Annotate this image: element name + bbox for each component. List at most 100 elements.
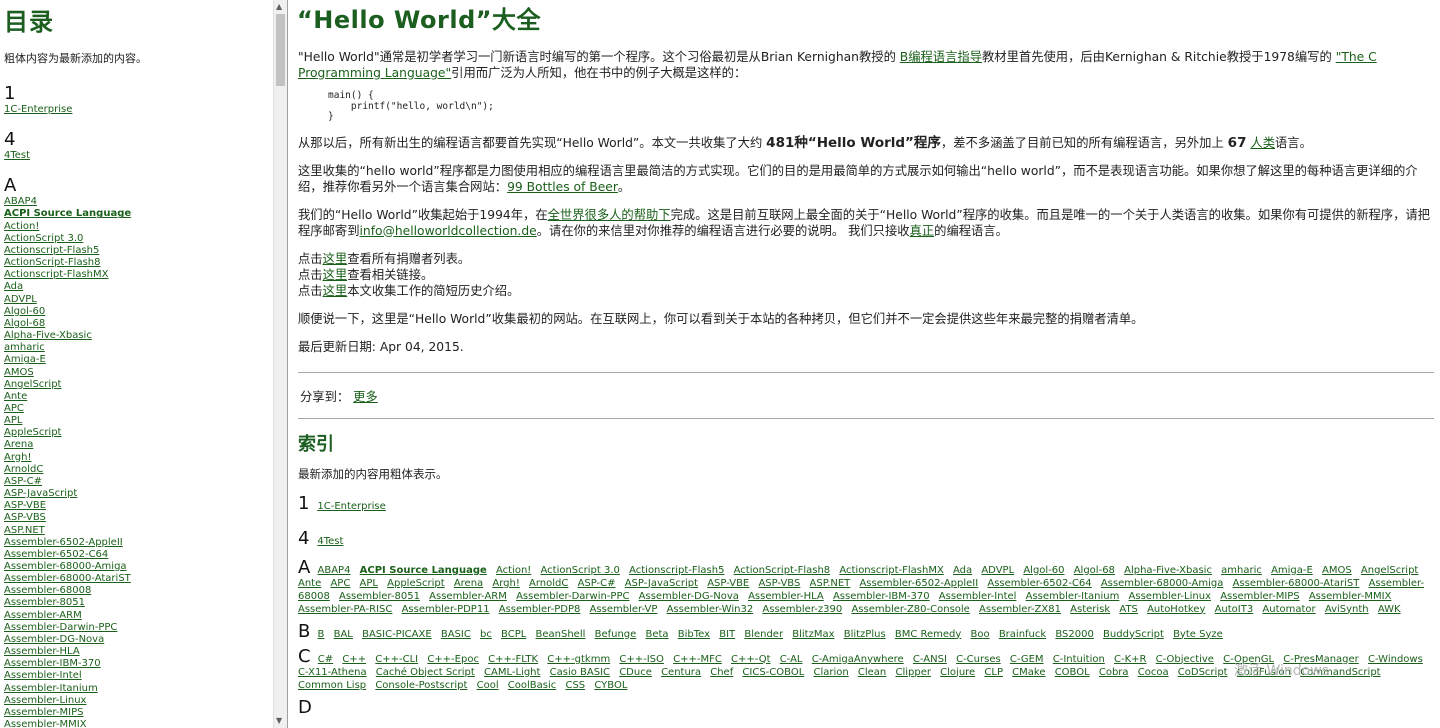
index-link[interactable]: Assembler-ZX81 [979, 604, 1061, 615]
index-link[interactable]: Assembler-Darwin-PPC [516, 591, 629, 602]
toc-link[interactable]: ASP-JavaScript [4, 488, 270, 500]
index-link[interactable]: C-GEM [1010, 654, 1044, 665]
index-link[interactable]: Actionscript-FlashMX [839, 565, 943, 576]
index-link[interactable]: Assembler-Win32 [667, 604, 754, 615]
toc-link[interactable]: ASP-VBE [4, 500, 270, 512]
index-link[interactable]: C-K+R [1114, 654, 1146, 665]
index-link[interactable]: C++-Qt [731, 654, 771, 665]
toc-link[interactable]: Assembler-Intel [4, 670, 270, 682]
toc-link[interactable]: ASP-C# [4, 476, 270, 488]
history-link[interactable]: 这里 [323, 284, 348, 298]
index-link[interactable]: BCPL [501, 629, 526, 640]
toc-link[interactable]: AppleScript [4, 427, 270, 439]
index-link[interactable]: BibTex [678, 629, 710, 640]
index-link[interactable]: AutoIT3 [1215, 604, 1254, 615]
index-link[interactable]: ASP.NET [810, 578, 851, 589]
index-link[interactable]: CSS [565, 680, 585, 691]
toc-link[interactable]: Arena [4, 439, 270, 451]
toc-link[interactable]: Alpha-Five-Xbasic [4, 330, 270, 342]
index-link[interactable]: Action! [496, 565, 531, 576]
index-link[interactable]: Assembler-PA-RISC [298, 604, 392, 615]
index-link[interactable]: Brainfuck [999, 629, 1046, 640]
index-link[interactable]: ASP-C# [578, 578, 616, 589]
toc-link[interactable]: 4Test [4, 150, 270, 162]
toc-link[interactable]: Actionscript-FlashMX [4, 269, 270, 281]
toc-link[interactable]: ActionScript 3.0 [4, 233, 270, 245]
toc-scrollbar[interactable]: ▲ ▼ [273, 0, 287, 728]
index-link[interactable]: Casio BASIC [550, 667, 610, 678]
toc-link[interactable]: Assembler-Itanium [4, 683, 270, 695]
index-link[interactable]: C++-MFC [673, 654, 722, 665]
index-link[interactable]: CYBOL [594, 680, 627, 691]
toc-link[interactable]: ASP.NET [4, 525, 270, 537]
index-link[interactable]: C-Intuition [1053, 654, 1105, 665]
index-link[interactable]: C++ [342, 654, 366, 665]
index-link[interactable]: BIT [719, 629, 735, 640]
toc-link[interactable]: ADVPL [4, 294, 270, 306]
index-link[interactable]: Ante [298, 578, 321, 589]
index-link[interactable]: BASIC-PICAXE [362, 629, 432, 640]
index-link[interactable]: Assembler-DG-Nova [639, 591, 739, 602]
index-link[interactable]: CDuce [619, 667, 652, 678]
index-link[interactable]: 1C-Enterprise [317, 501, 385, 512]
index-link[interactable]: BS2000 [1055, 629, 1093, 640]
toc-link[interactable]: Assembler-ARM [4, 610, 270, 622]
toc-link[interactable]: Ada [4, 281, 270, 293]
toc-link[interactable]: Assembler-68000-AtariST [4, 573, 270, 585]
index-link[interactable]: C# [318, 654, 333, 665]
index-link[interactable]: Assembler-PDP11 [402, 604, 490, 615]
scrollbar-thumb[interactable] [276, 14, 285, 86]
index-link[interactable]: Automator [1262, 604, 1315, 615]
index-link[interactable]: Clipper [895, 667, 931, 678]
index-link[interactable]: ATS [1119, 604, 1138, 615]
toc-link[interactable]: Argh! [4, 452, 270, 464]
index-link[interactable]: Amiga-E [1271, 565, 1313, 576]
index-link[interactable]: ASP-VBS [758, 578, 800, 589]
index-link[interactable]: Cobra [1099, 667, 1129, 678]
index-link[interactable]: Assembler-MIPS [1220, 591, 1299, 602]
index-link[interactable]: Assembler-6502-AppleII [859, 578, 978, 589]
index-link[interactable]: AppleScript [387, 578, 444, 589]
index-link[interactable]: Assembler-Linux [1129, 591, 1211, 602]
toc-link[interactable]: Assembler-68000-Amiga [4, 561, 270, 573]
index-link[interactable]: AutoHotkey [1147, 604, 1205, 615]
index-link[interactable]: Algol-60 [1023, 565, 1064, 576]
index-link[interactable]: Console-Postscript [375, 680, 467, 691]
index-link[interactable]: B [318, 629, 325, 640]
index-link[interactable]: Blender [744, 629, 783, 640]
index-link[interactable]: BAL [334, 629, 353, 640]
index-link[interactable]: C-Windows [1368, 654, 1423, 665]
toc-link[interactable]: Assembler-HLA [4, 646, 270, 658]
toc-link[interactable]: ACPI Source Language [4, 208, 270, 220]
index-link[interactable]: Cocoa [1138, 667, 1169, 678]
index-link[interactable]: CLP [984, 667, 1003, 678]
human-language-link[interactable]: 人类 [1250, 136, 1275, 150]
index-link[interactable]: BASIC [441, 629, 471, 640]
index-link[interactable]: Assembler-Z80-Console [851, 604, 969, 615]
index-link[interactable]: 4Test [317, 536, 343, 547]
index-link[interactable]: Byte Syze [1173, 629, 1223, 640]
index-link[interactable]: Assembler-IBM-370 [833, 591, 930, 602]
index-link[interactable]: Chef [710, 667, 733, 678]
index-link[interactable]: Algol-68 [1074, 565, 1115, 576]
toc-link[interactable]: Assembler-Darwin-PPC [4, 622, 270, 634]
toc-link[interactable]: Action! [4, 221, 270, 233]
index-link[interactable]: Caché Object Script [376, 667, 475, 678]
toc-link[interactable]: 1C-Enterprise [4, 104, 270, 116]
index-link[interactable]: BlitzPlus [844, 629, 886, 640]
index-link[interactable]: Arena [454, 578, 483, 589]
related-links-link[interactable]: 这里 [323, 268, 348, 282]
index-link[interactable]: Clean [858, 667, 886, 678]
index-link[interactable]: Ada [953, 565, 972, 576]
index-link[interactable]: Actionscript-Flash5 [629, 565, 724, 576]
index-link[interactable]: ADVPL [981, 565, 1014, 576]
index-link[interactable]: Assembler-MMIX [1309, 591, 1392, 602]
index-link[interactable]: C++-ISO [619, 654, 664, 665]
toc-link[interactable]: ArnoldC [4, 464, 270, 476]
index-link[interactable]: ACPI Source Language [360, 565, 487, 576]
index-link[interactable]: ASP-JavaScript [625, 578, 698, 589]
index-link[interactable]: Assembler-Intel [939, 591, 1017, 602]
toc-link[interactable]: Ante [4, 391, 270, 403]
index-link[interactable]: CoDScript [1178, 667, 1228, 678]
real-languages-link[interactable]: 真正 [910, 224, 935, 238]
